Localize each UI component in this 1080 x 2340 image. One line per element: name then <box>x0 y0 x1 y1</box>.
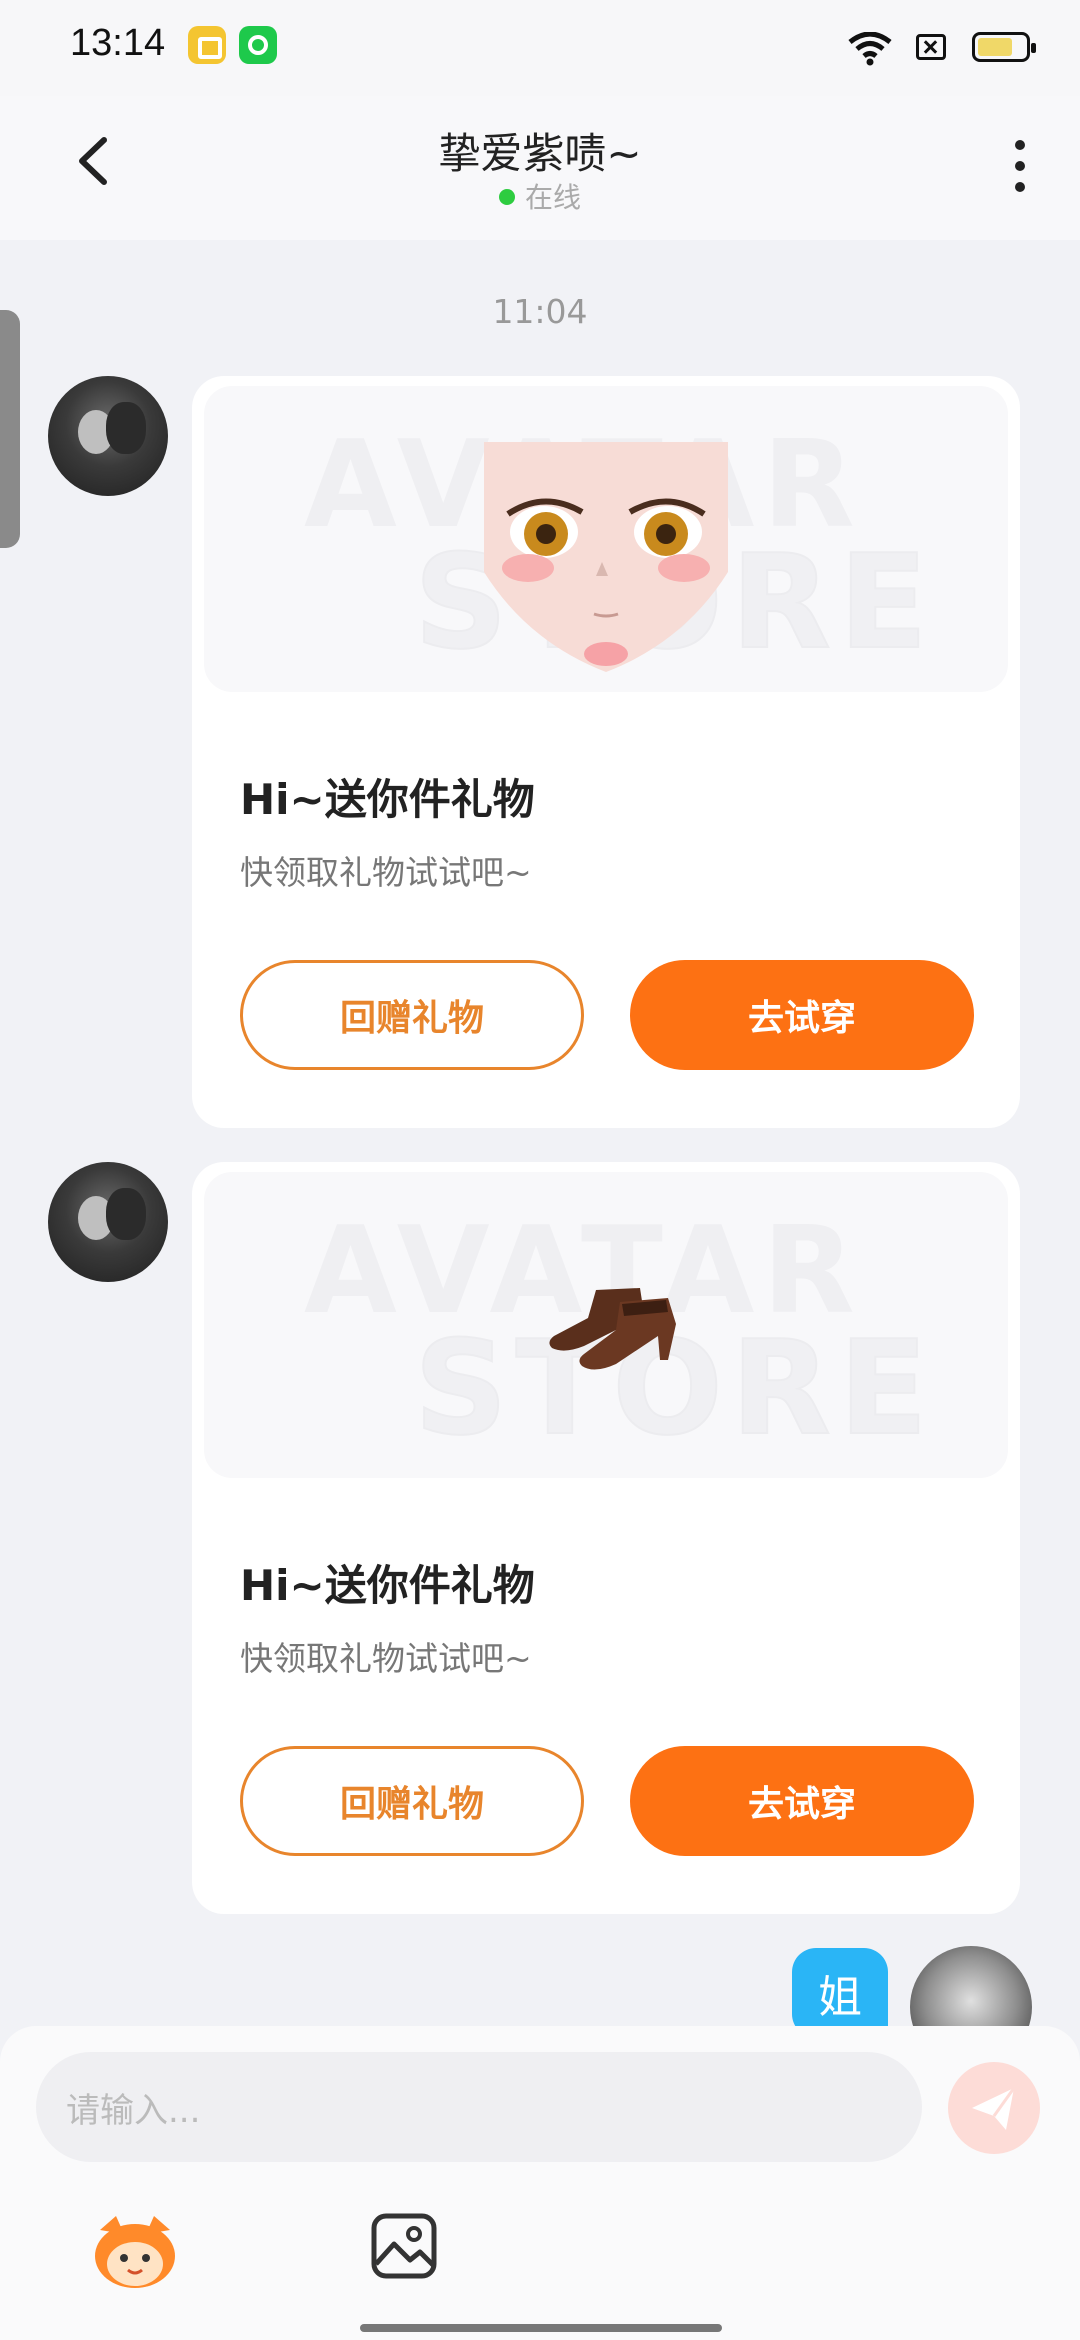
online-status: 在线 <box>0 176 1080 216</box>
side-drawer-handle[interactable] <box>0 310 20 548</box>
message-timestamp: 11:04 <box>492 292 588 331</box>
send-button[interactable] <box>948 2062 1040 2154</box>
online-dot-icon <box>498 189 515 205</box>
notification-app-icon <box>188 26 226 64</box>
dot-icon <box>1015 140 1025 150</box>
sender-avatar[interactable] <box>48 376 168 496</box>
status-bar: 13:14 <box>0 0 1080 96</box>
battery-icon <box>972 32 1036 62</box>
mascot-emoji-icon[interactable] <box>90 2210 180 2290</box>
message-input-placeholder: 请输入... <box>66 2090 201 2131</box>
dot-icon <box>1015 182 1025 192</box>
status-time: 13:14 <box>70 22 166 64</box>
try-on-button[interactable]: 去试穿 <box>630 960 974 1070</box>
return-gift-button[interactable]: 回赠礼物 <box>240 1746 584 1856</box>
input-panel: 请输入... <box>0 2026 1080 2340</box>
dot-icon <box>1015 161 1025 171</box>
more-options-button[interactable] <box>1000 136 1040 196</box>
notification-app-icon <box>239 26 277 64</box>
return-gift-button[interactable]: 回赠礼物 <box>240 960 584 1070</box>
online-status-label: 在线 <box>524 181 581 214</box>
message-input[interactable]: 请输入... <box>36 2052 922 2162</box>
wifi-icon <box>848 32 892 66</box>
home-indicator[interactable] <box>360 2324 722 2332</box>
sim-off-icon <box>916 34 946 60</box>
shoes-item-image <box>549 1288 676 1370</box>
face-item-image <box>484 442 728 672</box>
try-on-button[interactable]: 去试穿 <box>630 1746 974 1856</box>
outgoing-message-bubble[interactable]: 姐 <box>792 1948 888 2038</box>
sender-avatar[interactable] <box>48 1162 168 1282</box>
gift-card: AVATAR STORE Hi~送你件礼物 快领取礼物试试吧~ 回赠礼物 去试穿 <box>192 376 1020 1128</box>
gift-card-title: Hi~送你件礼物 <box>240 1561 535 1610</box>
gift-card: AVATAR STORE Hi~送你件礼物 快领取礼物试试吧~ 回赠礼物 去试穿 <box>192 1162 1020 1914</box>
page-title: 挚爱紫啧~ <box>438 129 642 178</box>
gift-card-subtitle: 快领取礼物试试吧~ <box>240 853 532 892</box>
gift-card-title: Hi~送你件礼物 <box>240 775 535 824</box>
send-icon <box>972 2087 1016 2130</box>
chat-header: 挚爱紫啧~ 在线 <box>0 96 1080 240</box>
gift-preview-image[interactable]: AVATAR STORE <box>204 386 1008 692</box>
gift-preview-image[interactable]: AVATAR STORE <box>204 1172 1008 1478</box>
image-picker-icon[interactable] <box>370 2212 438 2280</box>
gift-card-subtitle: 快领取礼物试试吧~ <box>240 1639 532 1678</box>
